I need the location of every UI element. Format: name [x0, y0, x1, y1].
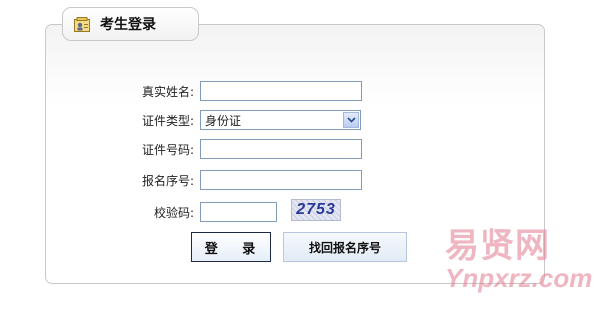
login-button[interactable]: 登 录 [191, 232, 271, 262]
user-card-icon [74, 16, 90, 32]
name-row: 真实姓名: [120, 80, 362, 102]
id-type-select[interactable]: 身份证 [200, 110, 361, 130]
id-type-row: 证件类型: 身份证 [120, 109, 361, 131]
name-label: 真实姓名: [141, 84, 194, 99]
id-number-input[interactable] [200, 139, 362, 159]
captcha-image[interactable]: 2753 [291, 199, 341, 221]
name-input[interactable] [200, 81, 362, 101]
captcha-row: 校验码: [120, 201, 277, 223]
id-type-label: 证件类型: [141, 113, 194, 128]
watermark-top: 易贤网 [445, 227, 550, 265]
id-number-row: 证件号码: [120, 138, 362, 160]
panel-title: 考生登录 [100, 17, 156, 33]
captcha-label: 校验码: [153, 205, 194, 220]
login-panel-tab: 考生登录 [62, 7, 199, 41]
id-number-label: 证件号码: [141, 142, 194, 157]
reg-number-row: 报名序号: [120, 169, 362, 191]
reg-number-input[interactable] [200, 170, 362, 190]
watermark-bottom: Ynpxrz.com [445, 263, 593, 293]
id-type-value: 身份证 [205, 113, 242, 128]
reg-number-label: 报名序号: [141, 173, 194, 188]
site-watermark: 易贤网 Ynpxrz.com [445, 228, 595, 308]
find-reg-number-button[interactable]: 找回报名序号 [283, 232, 407, 262]
captcha-input[interactable] [200, 202, 277, 222]
chevron-down-icon[interactable] [343, 112, 359, 128]
